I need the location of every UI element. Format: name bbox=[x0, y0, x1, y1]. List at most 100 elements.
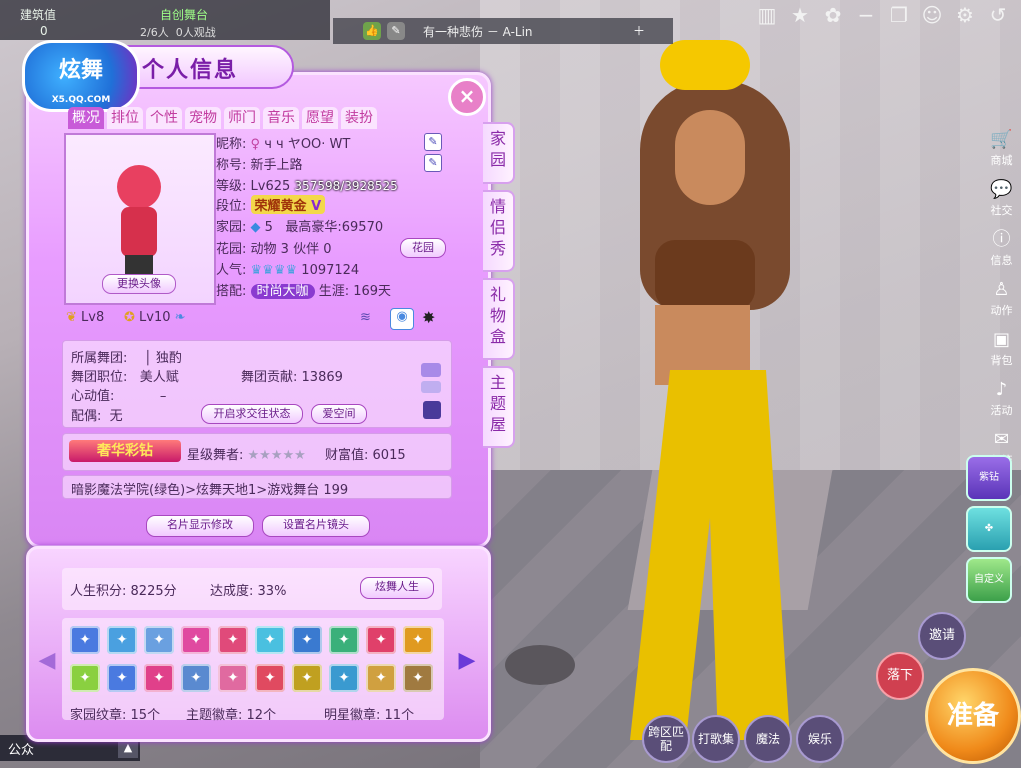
group-chat-icon[interactable] bbox=[421, 363, 441, 377]
menu-info[interactable]: ⓘ 信息 bbox=[982, 228, 1021, 278]
badge-icon[interactable]: ✦ bbox=[292, 626, 322, 654]
badge-icon[interactable]: ✦ bbox=[366, 626, 396, 654]
love-space-button[interactable]: 爱空间 bbox=[311, 404, 367, 424]
menu-bag[interactable]: ▣ 背包 bbox=[982, 328, 1021, 378]
badge-icon[interactable]: ✦ bbox=[144, 626, 174, 654]
badge-icon[interactable]: ✦ bbox=[255, 626, 285, 654]
book-icon[interactable]: ▥ bbox=[752, 0, 782, 30]
gear-icon[interactable]: ⚙ bbox=[950, 0, 980, 30]
comment-icon[interactable]: ✎ bbox=[387, 22, 405, 40]
clover-button[interactable]: ✤ bbox=[966, 506, 1012, 552]
badge-icon[interactable]: ✦ bbox=[329, 626, 359, 654]
badge-icon[interactable]: ✦ bbox=[181, 626, 211, 654]
badge-icon[interactable]: ✦ bbox=[107, 664, 137, 692]
card-edit-button[interactable]: 名片显示修改 bbox=[146, 515, 254, 537]
custom-button[interactable]: 自定义 bbox=[966, 557, 1012, 603]
chevron-left-icon[interactable]: ◀ bbox=[36, 645, 58, 677]
close-icon: × bbox=[458, 84, 476, 108]
court-button[interactable]: 开启求交往状态 bbox=[201, 404, 303, 424]
menu-event[interactable]: ♪ 活动 bbox=[982, 378, 1021, 428]
exp-value: 357598/3928525 bbox=[294, 179, 398, 193]
tab-personality[interactable]: 个性 bbox=[146, 107, 182, 129]
ready-button[interactable]: 准备 bbox=[925, 668, 1021, 764]
cross-match-button[interactable]: 跨区匹配 bbox=[642, 715, 690, 763]
eye-icon[interactable]: ≋ bbox=[360, 310, 371, 325]
tab-mentor[interactable]: 师门 bbox=[224, 107, 260, 129]
star-icon[interactable]: ★ bbox=[785, 0, 815, 30]
side-tab-home[interactable]: 家园 bbox=[483, 122, 515, 184]
sub-level-a: ❦ Lv8 bbox=[66, 310, 105, 325]
gift-icon[interactable]: ✿ bbox=[818, 0, 848, 30]
side-tab-couple[interactable]: 情侣秀 bbox=[483, 190, 515, 272]
qq-icon[interactable]: ✸ bbox=[422, 308, 435, 327]
profile-tabs: 概况 排位 个性 宠物 师门 音乐 愿望 装扮 bbox=[68, 107, 468, 131]
restore-icon[interactable]: ❐ bbox=[884, 0, 914, 30]
room-info-bar: 建筑值 0 自创舞台 2/6人 0人观战 bbox=[0, 0, 330, 40]
menu-action[interactable]: ♙ 动作 bbox=[982, 278, 1021, 328]
add-song-icon[interactable]: ＋ bbox=[633, 22, 645, 39]
badge-icon[interactable]: ✦ bbox=[181, 664, 211, 692]
badge-icon[interactable]: ✦ bbox=[144, 664, 174, 692]
badge-icon[interactable]: ✦ bbox=[329, 664, 359, 692]
drop-button[interactable]: 落下 bbox=[876, 652, 924, 700]
character-pants bbox=[630, 370, 790, 740]
purple-diamond-button[interactable]: 紫钻 bbox=[966, 455, 1012, 501]
rank-badge: 荣耀黄金 V bbox=[250, 195, 326, 214]
style-row: 搭配: 时尚大咖 生涯: 169天 bbox=[216, 284, 392, 299]
badge-icon[interactable]: ✦ bbox=[218, 664, 248, 692]
event-icon: ♪ bbox=[995, 379, 1008, 400]
tab-overview[interactable]: 概况 bbox=[68, 107, 104, 129]
spouse-row: 配偶: 无 bbox=[71, 409, 123, 424]
tab-pet[interactable]: 宠物 bbox=[185, 107, 221, 129]
badge-box: ✦ ✦ ✦ ✦ ✦ ✦ ✦ ✦ ✦ ✦ ✦ ✦ ✦ ✦ ✦ ✦ ✦ ✦ ✦ ✦ 家园纹章: 15个 主题徽章: 12个… bbox=[62, 618, 444, 723]
side-tab-theme[interactable]: 主题屋 bbox=[483, 366, 515, 448]
tab-ranking[interactable]: 排位 bbox=[107, 107, 143, 129]
home-badges-row: 家园纹章: 15个 bbox=[70, 708, 161, 723]
tab-outfit[interactable]: 装扮 bbox=[341, 107, 377, 129]
side-tabs: 家园 情侣秀 礼物盒 主题屋 bbox=[483, 122, 517, 454]
song-set-button[interactable]: 打歌集 bbox=[692, 715, 740, 763]
chevron-right-icon[interactable]: ▶ bbox=[456, 645, 478, 677]
dance-life-button[interactable]: 炫舞人生 bbox=[360, 577, 434, 599]
badge-icon[interactable]: ✦ bbox=[70, 664, 100, 692]
home-row: 家园: ◆ 5 最高豪华:69570 bbox=[216, 220, 384, 235]
max-luxury: 69570 bbox=[341, 220, 384, 235]
dancer-character bbox=[600, 40, 820, 740]
menu-shop[interactable]: 🛒 商城 bbox=[982, 128, 1021, 178]
edit-title-icon[interactable]: ✎ bbox=[424, 154, 442, 172]
menu-social[interactable]: 💬 社交 bbox=[982, 178, 1021, 228]
badge-icon[interactable]: ✦ bbox=[403, 626, 433, 654]
badge-icon[interactable]: ✦ bbox=[218, 626, 248, 654]
music-bar: 👍 ✎ 有一种悲伤 － A-Lin ＋ bbox=[333, 18, 673, 44]
magic-button[interactable]: 魔法 bbox=[744, 715, 792, 763]
entertain-button[interactable]: 娱乐 bbox=[796, 715, 844, 763]
card-camera-button[interactable]: 设置名片镜头 bbox=[262, 515, 370, 537]
like-icon[interactable]: 👍 bbox=[363, 22, 381, 40]
group-row: 所属舞团: │ 独酌 bbox=[71, 351, 182, 366]
camera-icon[interactable]: ◉ bbox=[390, 308, 414, 330]
badge-icon[interactable]: ✦ bbox=[403, 664, 433, 692]
face-icon[interactable]: ☺ bbox=[917, 0, 947, 30]
invite-button[interactable]: 邀请 bbox=[918, 612, 966, 660]
tab-music[interactable]: 音乐 bbox=[263, 107, 299, 129]
garden-row: 花园: 动物 3 伙伴 0 bbox=[216, 242, 332, 257]
badge-icon[interactable]: ✦ bbox=[292, 664, 322, 692]
badge-icon[interactable]: ✦ bbox=[255, 664, 285, 692]
vip-box: 奢华彩钻 星级舞者: ★★★★★ 财富值: 6015 bbox=[62, 433, 452, 471]
book-icon[interactable] bbox=[423, 401, 441, 419]
nickname-row: 昵称: ♀ ч ч ヤOO· WT bbox=[216, 137, 351, 152]
badge-icon[interactable]: ✦ bbox=[107, 626, 137, 654]
title-row: 称号: 新手上路 bbox=[216, 158, 303, 173]
edit-nickname-icon[interactable]: ✎ bbox=[424, 133, 442, 151]
change-avatar-button[interactable]: 更换头像 bbox=[102, 274, 176, 294]
contribution-row: 舞团贡献: 13869 bbox=[241, 370, 343, 385]
minimize-icon[interactable]: − bbox=[851, 0, 881, 30]
group-info-icon[interactable] bbox=[421, 381, 441, 393]
back-icon[interactable]: ↺ bbox=[983, 0, 1013, 30]
side-tab-gift[interactable]: 礼物盒 bbox=[483, 278, 515, 360]
tab-wish[interactable]: 愿望 bbox=[302, 107, 338, 129]
garden-button[interactable]: 花园 bbox=[400, 238, 446, 258]
home-icon: ◆ bbox=[250, 220, 261, 235]
badge-icon[interactable]: ✦ bbox=[70, 626, 100, 654]
badge-icon[interactable]: ✦ bbox=[366, 664, 396, 692]
